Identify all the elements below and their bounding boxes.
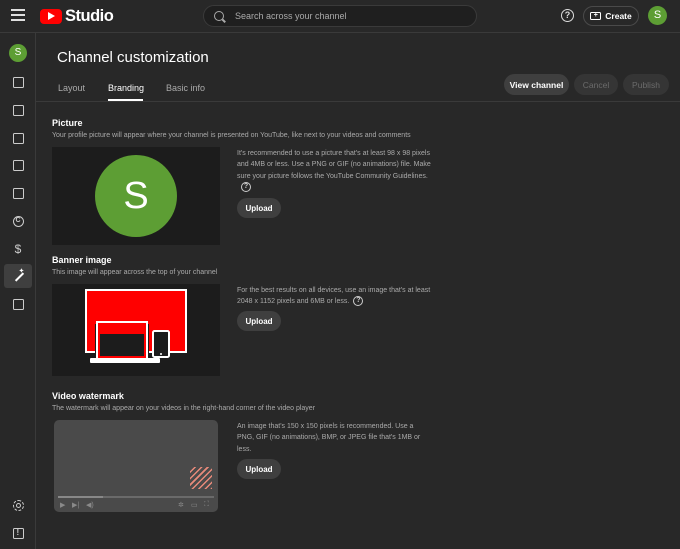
sidebar-item-customization[interactable] xyxy=(4,264,32,288)
banner-info: For the best results on all devices, use… xyxy=(237,285,432,308)
banner-upload-button[interactable]: Upload xyxy=(237,311,281,331)
publish-button[interactable]: Publish xyxy=(623,74,669,95)
miniplayer-icon: ▭ xyxy=(191,502,198,509)
tab-layout[interactable]: Layout xyxy=(58,83,85,93)
dashboard-icon xyxy=(12,76,24,88)
top-bar: Studio Search across your channel ? + Cr… xyxy=(0,0,680,33)
subtitles-icon xyxy=(12,187,24,199)
view-channel-button[interactable]: View channel xyxy=(504,74,569,95)
page-title: Channel customization xyxy=(57,49,209,66)
video-progress-bar xyxy=(58,496,214,498)
sidebar-item-dashboard[interactable] xyxy=(4,70,32,94)
cancel-button[interactable]: Cancel xyxy=(574,74,618,95)
search-input[interactable]: Search across your channel xyxy=(203,5,477,27)
copyright-icon: C xyxy=(12,215,24,227)
create-video-icon: + xyxy=(590,12,602,20)
account-avatar[interactable]: S xyxy=(648,6,667,25)
analytics-icon xyxy=(12,132,24,144)
fullscreen-icon: ⛶ xyxy=(204,501,209,508)
search-icon xyxy=(214,11,224,21)
profile-picture: S xyxy=(95,155,177,237)
help-icon[interactable]: ? xyxy=(241,182,251,193)
create-button[interactable]: + Create xyxy=(583,6,639,26)
settings-icon: ✲ xyxy=(178,502,184,509)
logo-text: Studio xyxy=(65,6,114,25)
video-player-mock: ▶ ▶| ◀) ✲ ▭ ⛶ xyxy=(54,420,218,512)
watermark-preview: ▶ ▶| ◀) ✲ ▭ ⛶ xyxy=(52,420,220,512)
banner-description: This image will appear across the top of… xyxy=(52,269,218,276)
search-placeholder: Search across your channel xyxy=(235,11,347,21)
picture-title: Picture xyxy=(52,118,83,128)
next-icon: ▶| xyxy=(72,502,80,509)
sidebar-item-comments[interactable] xyxy=(4,153,32,177)
picture-upload-button[interactable]: Upload xyxy=(237,198,281,218)
watermark-info: An image that's 150 x 150 pixels is reco… xyxy=(237,423,421,453)
content-icon xyxy=(12,104,24,116)
tab-basic-info[interactable]: Basic info xyxy=(166,83,205,93)
audio-library-icon xyxy=(12,298,24,310)
banner-info-text: For the best results on all devices, use… xyxy=(237,287,431,306)
create-label: Create xyxy=(605,11,632,21)
comments-icon xyxy=(12,159,24,171)
channel-avatar[interactable]: S xyxy=(9,44,27,62)
picture-info-text: It's recommended to use a picture that's… xyxy=(237,150,431,180)
tabs-divider xyxy=(36,101,680,102)
sidebar-item-content[interactable] xyxy=(4,98,32,122)
studio-logo[interactable]: Studio xyxy=(40,6,114,25)
devices-illustration xyxy=(85,289,187,363)
help-icon[interactable]: ? xyxy=(353,296,364,307)
help-icon[interactable]: ? xyxy=(561,9,574,22)
sidebar-item-analytics[interactable] xyxy=(4,126,32,150)
sidebar: S C $ xyxy=(0,33,36,549)
youtube-logo-icon xyxy=(40,8,62,24)
menu-icon[interactable] xyxy=(11,9,25,21)
volume-icon: ◀) xyxy=(86,502,94,509)
sidebar-item-subtitles[interactable] xyxy=(4,181,32,205)
sidebar-item-settings[interactable] xyxy=(4,493,32,517)
gear-icon xyxy=(12,499,24,511)
watermark-upload-button[interactable]: Upload xyxy=(237,459,281,479)
play-icon: ▶ xyxy=(60,502,66,509)
banner-title: Banner image xyxy=(52,255,112,265)
picture-info: It's recommended to use a picture that's… xyxy=(237,148,432,193)
tab-branding[interactable]: Branding xyxy=(108,83,144,93)
sidebar-item-feedback[interactable] xyxy=(4,521,32,545)
customization-icon xyxy=(13,267,25,282)
watermark-title: Video watermark xyxy=(52,391,124,401)
watermark-description: The watermark will appear on your videos… xyxy=(52,405,316,412)
feedback-icon xyxy=(12,527,24,539)
picture-description: Your profile picture will appear where y… xyxy=(52,132,411,139)
watermark-placeholder xyxy=(190,467,212,489)
picture-preview: S xyxy=(52,147,220,245)
banner-preview xyxy=(52,284,220,376)
sidebar-item-copyright[interactable]: C xyxy=(4,209,32,233)
sidebar-item-audio-library[interactable] xyxy=(4,292,32,316)
sidebar-item-earn[interactable]: $ xyxy=(4,237,32,261)
earn-icon: $ xyxy=(14,241,22,256)
